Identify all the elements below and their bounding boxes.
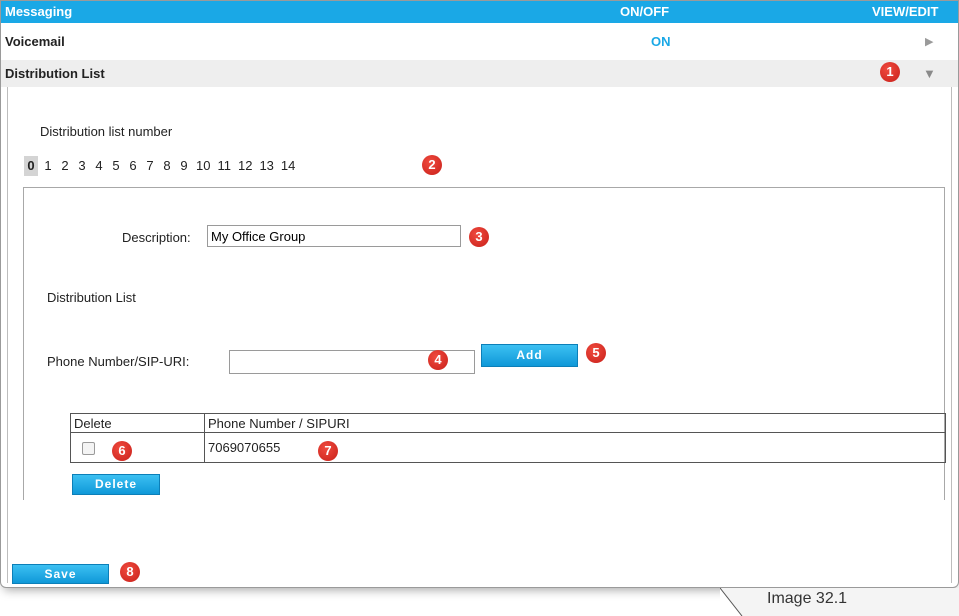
- dl-number-8[interactable]: 8: [160, 156, 174, 176]
- distribution-list-row[interactable]: Distribution List ▼: [1, 60, 958, 87]
- dl-number-3[interactable]: 3: [75, 156, 89, 176]
- dl-number-13[interactable]: 13: [257, 156, 275, 176]
- dl-number-12[interactable]: 12: [236, 156, 254, 176]
- dl-number-6[interactable]: 6: [126, 156, 140, 176]
- distribution-list-label: Distribution List: [47, 290, 136, 305]
- distribution-list-title: Distribution List: [5, 66, 105, 81]
- table-row: 7069070655: [70, 432, 946, 463]
- callout-badge-2: 2: [422, 155, 442, 175]
- add-button[interactable]: Add: [481, 344, 578, 367]
- callout-badge-4: 4: [428, 350, 448, 370]
- dl-number-7[interactable]: 7: [143, 156, 157, 176]
- messaging-header: Messaging ON/OFF VIEW/EDIT: [1, 1, 958, 23]
- dl-number-11[interactable]: 11: [215, 156, 233, 176]
- phone-number-label: Phone Number/SIP-URI:: [47, 354, 190, 369]
- triangle-down-icon[interactable]: ▼: [923, 66, 936, 81]
- dl-number-2[interactable]: 2: [58, 156, 72, 176]
- play-right-icon[interactable]: ▶: [925, 35, 933, 48]
- delete-checkbox[interactable]: [82, 442, 95, 456]
- dl-number-0[interactable]: 0: [24, 156, 38, 176]
- header-view-edit: VIEW/EDIT: [872, 4, 939, 19]
- description-label: Description:: [122, 230, 191, 245]
- delete-cell: [70, 432, 205, 463]
- phone-number-cell: 7069070655: [204, 432, 946, 463]
- save-button[interactable]: Save: [12, 564, 109, 584]
- header-on-off: ON/OFF: [620, 4, 670, 19]
- description-input[interactable]: [207, 225, 461, 247]
- dl-number-label: Distribution list number: [40, 124, 173, 139]
- voicemail-status[interactable]: ON: [651, 34, 671, 49]
- caption-corner: [720, 588, 743, 616]
- voicemail-label: Voicemail: [5, 34, 65, 49]
- caption-text: Image 32.1: [767, 590, 848, 607]
- callout-badge-7: 7: [318, 441, 338, 461]
- dl-number-4[interactable]: 4: [92, 156, 106, 176]
- phone-column-header: Phone Number / SIPURI: [204, 413, 946, 433]
- dl-number-5[interactable]: 5: [109, 156, 123, 176]
- delete-column-header: Delete: [70, 413, 205, 433]
- callout-badge-8: 8: [120, 562, 140, 582]
- image-caption: Image 32.1: [720, 588, 959, 616]
- callout-badge-1: 1: [880, 62, 900, 82]
- callout-badge-3: 3: [469, 227, 489, 247]
- header-messaging: Messaging: [5, 4, 73, 19]
- dl-number-10[interactable]: 10: [194, 156, 212, 176]
- dl-number-9[interactable]: 9: [177, 156, 191, 176]
- dl-number-14[interactable]: 14: [279, 156, 297, 176]
- voicemail-row[interactable]: Voicemail ON ▶: [1, 23, 958, 60]
- dl-number-selector: 0 1 2 3 4 5 6 7 8 9 10 11 12 13 14: [24, 156, 297, 176]
- callout-badge-6: 6: [112, 441, 132, 461]
- dl-number-1[interactable]: 1: [41, 156, 55, 176]
- table-header-row: Delete Phone Number / SIPURI: [70, 413, 946, 433]
- callout-badge-5: 5: [586, 343, 606, 363]
- phone-number-table: Delete Phone Number / SIPURI 7069070655: [70, 413, 946, 463]
- delete-button[interactable]: Delete: [72, 474, 160, 495]
